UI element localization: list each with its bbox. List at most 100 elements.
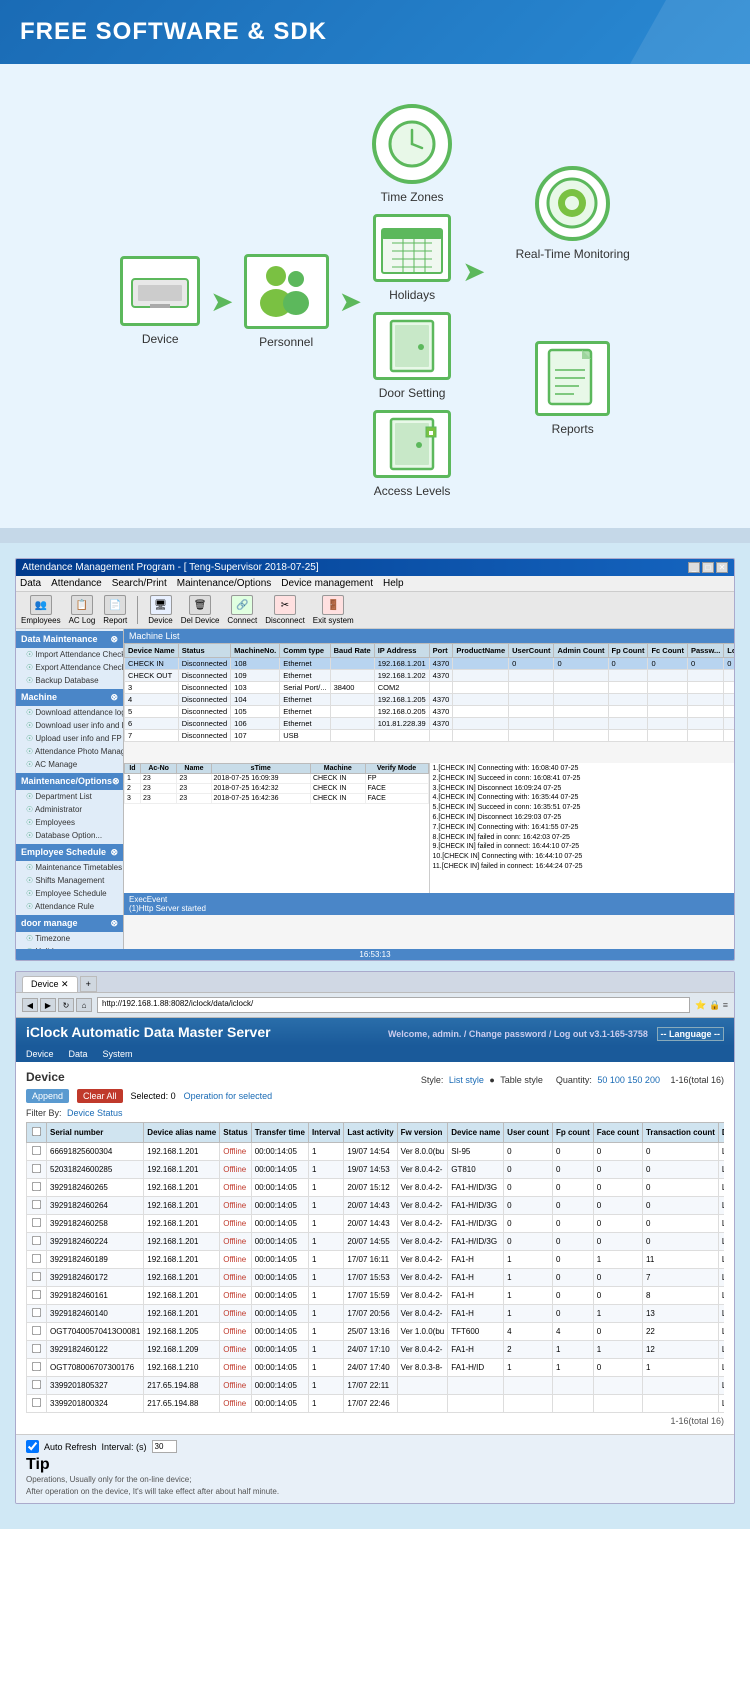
sidebar-item-timetables[interactable]: Maintenance Timetables — [16, 861, 123, 874]
sidebar-item-holiday[interactable]: Holiday — [16, 945, 123, 949]
machine-table-row[interactable]: 4Disconnected104Ethernet192.168.1.205437… — [125, 694, 735, 706]
row-checkbox[interactable] — [32, 1182, 41, 1191]
sidebar-section-machine[interactable]: Machine ⊗ — [16, 689, 123, 706]
web-nav-system[interactable]: System — [103, 1049, 133, 1059]
sidebar-section-maintenance[interactable]: Maintenance/Options ⊗ — [16, 773, 123, 790]
sidebar-section-door[interactable]: door manage ⊗ — [16, 915, 123, 932]
row-checkbox[interactable] — [32, 1362, 41, 1371]
machine-table-container[interactable]: Device Name Status MachineNo. Comm type … — [124, 643, 734, 763]
filter-value[interactable]: Device Status — [67, 1108, 123, 1118]
language-btn[interactable]: -- Language -- — [657, 1027, 725, 1041]
win-titlebar-btns[interactable]: _ □ ✕ — [688, 562, 728, 573]
menu-attendance[interactable]: Attendance — [51, 578, 102, 589]
clear-all-btn[interactable]: Clear All — [77, 1089, 123, 1103]
auto-refresh-checkbox[interactable] — [26, 1440, 39, 1453]
sidebar-item-import[interactable]: Import Attendance Checking Data — [16, 648, 123, 661]
toolbar-report-btn[interactable]: 📄 Report — [103, 595, 127, 625]
web-table-row[interactable]: 52031824600285192.168.1.201Offline00:00:… — [27, 1161, 725, 1179]
win-menubar[interactable]: Data Attendance Search/Print Maintenance… — [16, 576, 734, 592]
web-col-check[interactable] — [27, 1123, 47, 1143]
row-checkbox[interactable] — [32, 1344, 41, 1353]
sidebar-item-timezone[interactable]: Timezone — [16, 932, 123, 945]
web-table-row[interactable]: 3929182460122192.168.1.209Offline00:00:1… — [27, 1341, 725, 1359]
row-checkbox[interactable] — [32, 1200, 41, 1209]
append-btn[interactable]: Append — [26, 1089, 69, 1103]
toolbar-aclog-btn[interactable]: 📋 AC Log — [69, 595, 96, 625]
sidebar-item-shifts[interactable]: Shifts Management — [16, 874, 123, 887]
row-checkbox[interactable] — [32, 1146, 41, 1155]
url-bar[interactable]: http://192.168.1.88:8082/iclock/data/icl… — [97, 997, 690, 1013]
web-table-row[interactable]: 3929182460172192.168.1.201Offline00:00:1… — [27, 1269, 725, 1287]
sidebar-item-ac[interactable]: AC Manage — [16, 758, 123, 771]
web-table-row[interactable]: 3929182460189192.168.1.201Offline00:00:1… — [27, 1251, 725, 1269]
row-checkbox[interactable] — [32, 1272, 41, 1281]
sidebar-item-backup[interactable]: Backup Database — [16, 674, 123, 687]
web-table-row[interactable]: 3929182460258192.168.1.201Offline00:00:1… — [27, 1215, 725, 1233]
menu-help[interactable]: Help — [383, 578, 404, 589]
row-checkbox[interactable] — [32, 1398, 41, 1407]
machine-table-row[interactable]: CHECK INDisconnected108Ethernet192.168.1… — [125, 658, 735, 670]
sidebar-item-emp-sched[interactable]: Employee Schedule — [16, 887, 123, 900]
web-table-container[interactable]: Serial number Device alias name Status T… — [26, 1122, 724, 1413]
web-table-row[interactable]: 3399201805327217.65.194.88Offline00:00:1… — [27, 1377, 725, 1395]
sidebar-item-export[interactable]: Export Attendance Checking Data — [16, 661, 123, 674]
win-minimize-btn[interactable]: _ — [688, 562, 700, 573]
forward-btn[interactable]: ▶ — [40, 998, 56, 1012]
quantity-options[interactable]: 50 100 150 200 — [597, 1075, 660, 1085]
sidebar-section-data[interactable]: Data Maintenance ⊗ — [16, 631, 123, 648]
web-table-row[interactable]: 3929182460265192.168.1.201Offline00:00:1… — [27, 1179, 725, 1197]
toolbar-disconnect-btn[interactable]: ✂ Disconnect — [265, 595, 305, 625]
sidebar-section-schedule[interactable]: Employee Schedule ⊗ — [16, 844, 123, 861]
web-nav-data[interactable]: Data — [69, 1049, 88, 1059]
machine-table-row[interactable]: 5Disconnected105Ethernet192.168.0.205437… — [125, 706, 735, 718]
win-restore-btn[interactable]: □ — [702, 562, 714, 573]
home-btn[interactable]: ⌂ — [76, 998, 92, 1012]
menu-searchprint[interactable]: Search/Print — [112, 578, 167, 589]
row-checkbox[interactable] — [32, 1290, 41, 1299]
row-checkbox[interactable] — [32, 1254, 41, 1263]
menu-device-mgmt[interactable]: Device management — [281, 578, 373, 589]
toolbar-device-btn[interactable]: 🖥 Device — [148, 595, 172, 625]
row-checkbox[interactable] — [32, 1308, 41, 1317]
toolbar-connect-btn[interactable]: 🔗 Connect — [227, 595, 257, 625]
sidebar-item-att-rule[interactable]: Attendance Rule — [16, 900, 123, 913]
row-checkbox[interactable] — [32, 1236, 41, 1245]
browser-tab-add[interactable]: + — [80, 976, 97, 992]
web-table-row[interactable]: OGT708006707300176192.168.1.210Offline00… — [27, 1359, 725, 1377]
list-style-btn[interactable]: List style — [449, 1075, 484, 1085]
browser-tab-device[interactable]: Device ✕ — [22, 976, 78, 992]
operation-label[interactable]: Operation for selected — [184, 1091, 273, 1101]
web-table-row[interactable]: 66691825600304192.168.1.201Offline00:00:… — [27, 1143, 725, 1161]
log-table-row[interactable]: 123232018-07-25 16:09:39CHECK INFP — [125, 774, 429, 784]
web-table-row[interactable]: 3929182460140192.168.1.201Offline00:00:1… — [27, 1305, 725, 1323]
web-nav-device[interactable]: Device — [26, 1049, 54, 1059]
machine-table-row[interactable]: 3Disconnected103Serial Port/...38400COM2 — [125, 682, 735, 694]
row-checkbox[interactable] — [32, 1218, 41, 1227]
toolbar-employees-btn[interactable]: 👥 Employees — [21, 595, 61, 625]
toolbar-exit-btn[interactable]: 🚪 Exit system — [313, 595, 354, 625]
machine-table-row[interactable]: 7Disconnected107USB3204 — [125, 730, 735, 742]
sidebar-item-dept[interactable]: Department List — [16, 790, 123, 803]
log-table-row[interactable]: 223232018-07-25 16:42:32CHECK INFACE — [125, 784, 429, 794]
machine-table-row[interactable]: 6Disconnected106Ethernet101.81.228.39437… — [125, 718, 735, 730]
table-style-btn[interactable]: Table style — [500, 1075, 543, 1085]
back-btn[interactable]: ◀ — [22, 998, 38, 1012]
web-table-row[interactable]: 3929182460264192.168.1.201Offline00:00:1… — [27, 1197, 725, 1215]
log-table-row[interactable]: 323232018-07-25 16:42:36CHECK INFACE — [125, 794, 429, 804]
refresh-btn[interactable]: ↻ — [58, 998, 74, 1012]
win-close-btn[interactable]: ✕ — [716, 562, 728, 573]
web-table-row[interactable]: 3399201800324217.65.194.88Offline00:00:1… — [27, 1395, 725, 1413]
sidebar-item-photo[interactable]: Attendance Photo Management — [16, 745, 123, 758]
toolbar-deldevice-btn[interactable]: 🗑 Del Device — [181, 595, 220, 625]
row-checkbox[interactable] — [32, 1326, 41, 1335]
interval-input[interactable] — [152, 1440, 177, 1453]
sidebar-item-download-user[interactable]: Download user info and Fp — [16, 719, 123, 732]
menu-maintenance[interactable]: Maintenance/Options — [177, 578, 272, 589]
status-log-container[interactable]: 1.[CHECK IN] Connecting with: 16:08:40 0… — [430, 763, 735, 893]
sidebar-item-admin[interactable]: Administrator — [16, 803, 123, 816]
sidebar-item-employees[interactable]: Employees — [16, 816, 123, 829]
row-checkbox[interactable] — [32, 1380, 41, 1389]
log-table-container[interactable]: Id Ac-No Name sTime Machine Verify Mode — [124, 763, 429, 893]
web-table-row[interactable]: 3929182460161192.168.1.201Offline00:00:1… — [27, 1287, 725, 1305]
select-all-checkbox[interactable] — [32, 1127, 41, 1136]
